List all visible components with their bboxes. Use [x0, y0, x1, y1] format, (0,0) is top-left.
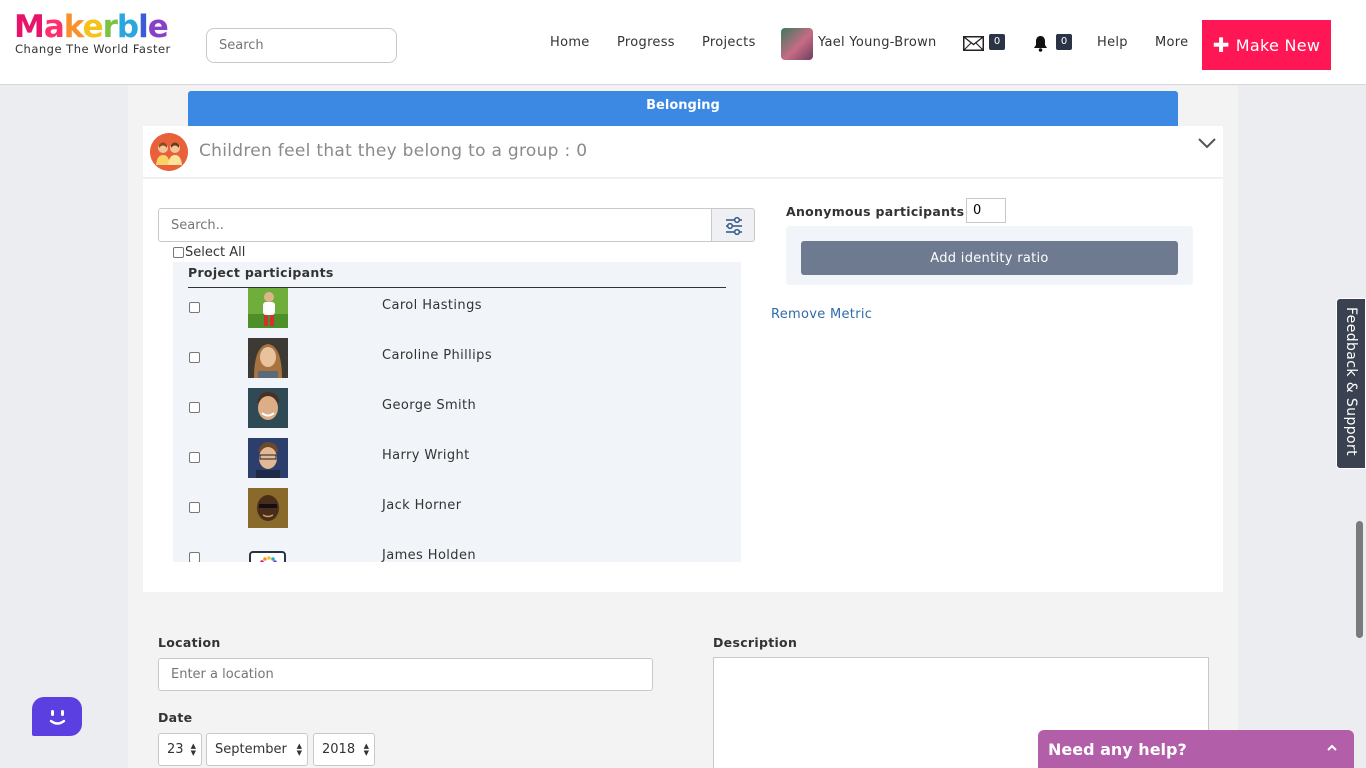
date-year-select[interactable]: 2018 ▲ ▼	[313, 733, 375, 766]
participant-row[interactable]: Jack Horner	[173, 484, 741, 534]
select-all-label: Select All	[185, 245, 246, 260]
mail-icon[interactable]	[963, 36, 984, 51]
nav-help-link[interactable]: Help	[1097, 35, 1128, 50]
date-day-select[interactable]: 23 ▲ ▼	[158, 733, 202, 766]
sliders-icon	[726, 216, 742, 236]
top-navigation-bar: Makerble Change The World Faster Home Pr…	[0, 0, 1366, 85]
user-avatar[interactable]	[781, 28, 813, 60]
participant-name: Jack Horner	[382, 498, 462, 513]
date-month-value: September	[215, 742, 287, 757]
help-chat-bar[interactable]: Need any help?	[1038, 730, 1354, 768]
participant-avatar	[248, 388, 288, 428]
participant-name: George Smith	[382, 398, 477, 413]
date-label: Date	[158, 710, 193, 725]
participant-checkbox[interactable]	[189, 352, 200, 363]
participant-row[interactable]: Caroline Phillips	[173, 334, 741, 384]
logo-wordmark: Makerble	[14, 9, 169, 45]
participant-avatar	[248, 288, 288, 328]
date-month-select[interactable]: September ▲ ▼	[206, 733, 308, 766]
participant-avatar	[248, 488, 288, 528]
nav-home-link[interactable]: Home	[550, 35, 590, 50]
feedback-support-label: Feedback & Support	[1343, 307, 1359, 457]
global-search-input[interactable]	[206, 28, 397, 63]
participant-checkbox[interactable]	[189, 452, 200, 463]
anonymous-participants-input[interactable]	[966, 198, 1006, 223]
mail-count-badge: 0	[989, 34, 1005, 50]
feedback-support-tab[interactable]: Feedback & Support	[1336, 298, 1366, 469]
children-group-icon	[150, 133, 188, 171]
select-all-box[interactable]	[173, 247, 184, 258]
add-identity-ratio-button[interactable]: Add identity ratio	[801, 241, 1178, 275]
metric-section-title: Belonging	[188, 91, 1178, 126]
date-year-value: 2018	[322, 742, 356, 757]
select-arrows-icon: ▲ ▼	[363, 742, 369, 757]
description-label: Description	[713, 635, 798, 650]
date-day-value: 23	[167, 742, 184, 757]
user-name-link[interactable]: Yael Young-Brown	[818, 35, 937, 50]
chevron-down-icon[interactable]	[1197, 136, 1217, 150]
anonymous-participants-label: Anonymous participants :	[786, 204, 975, 219]
chevron-up-icon	[1327, 744, 1337, 751]
bell-icon[interactable]	[1033, 35, 1048, 52]
metric-title: Children feel that they belong to a grou…	[199, 141, 588, 161]
participant-avatar	[248, 338, 288, 378]
select-arrows-icon: ▲ ▼	[190, 742, 196, 757]
logo-tagline: Change The World Faster	[15, 42, 171, 56]
participant-search-input[interactable]	[158, 208, 712, 242]
location-label: Location	[158, 635, 221, 650]
remove-metric-link[interactable]: Remove Metric	[771, 307, 872, 322]
participant-checkbox[interactable]	[189, 552, 200, 562]
participant-name: Carol Hastings	[382, 298, 482, 313]
notification-count-badge: 0	[1056, 34, 1072, 50]
makerble-logo[interactable]: Makerble Change The World Faster	[14, 10, 171, 56]
plus-icon: ✚	[1212, 33, 1230, 57]
smiley-icon	[49, 710, 66, 725]
participant-name: Harry Wright	[382, 448, 470, 463]
participant-checkbox[interactable]	[189, 502, 200, 513]
make-new-label: Make New	[1235, 35, 1321, 55]
select-arrows-icon: ▲ ▼	[296, 742, 302, 757]
make-new-button[interactable]: ✚ Make New	[1202, 20, 1331, 70]
nav-more-menu[interactable]: More	[1155, 35, 1188, 50]
filter-button[interactable]	[711, 208, 755, 242]
participant-checkbox[interactable]	[189, 402, 200, 413]
location-input[interactable]	[158, 658, 653, 691]
participant-avatar	[249, 551, 286, 562]
participant-row[interactable]: James Holden	[173, 534, 741, 562]
participant-name: Caroline Phillips	[382, 348, 493, 363]
participant-name: James Holden	[382, 548, 476, 562]
chatbot-launcher[interactable]	[32, 697, 82, 736]
participants-list[interactable]: Project participants Carol Hastings Caro…	[173, 262, 741, 562]
participant-row[interactable]: Harry Wright	[173, 434, 741, 484]
participant-row[interactable]: Carol Hastings	[173, 284, 741, 334]
select-all-checkbox[interactable]: Select All	[173, 245, 245, 260]
help-chat-label: Need any help?	[1048, 740, 1187, 759]
participant-avatar	[248, 438, 288, 478]
page-scrollbar[interactable]	[1356, 521, 1363, 638]
participant-row[interactable]: George Smith	[173, 384, 741, 434]
participant-checkbox[interactable]	[189, 302, 200, 313]
nav-projects-link[interactable]: Projects	[702, 35, 756, 50]
nav-progress-link[interactable]: Progress	[617, 35, 675, 50]
